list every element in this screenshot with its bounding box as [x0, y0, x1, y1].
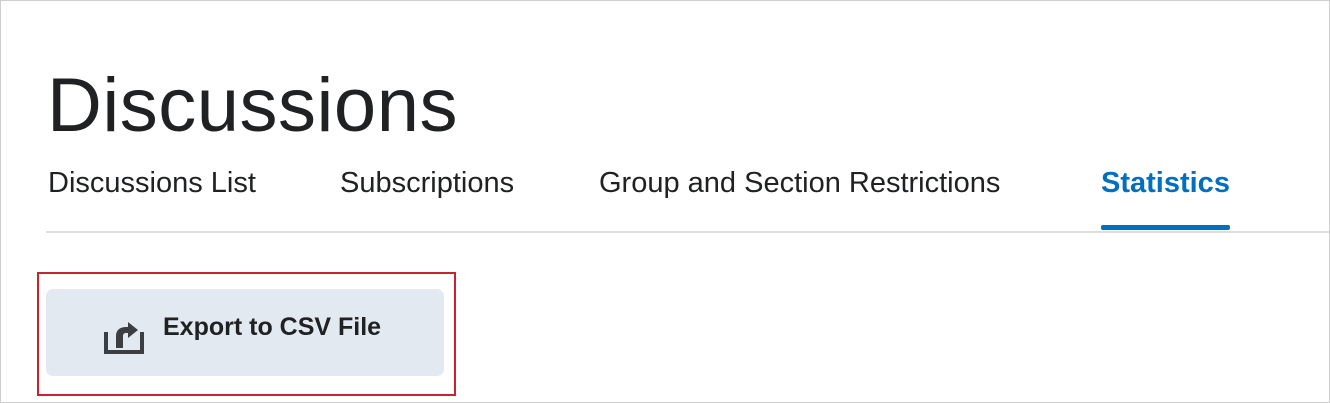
export-button-label: Export to CSV File: [163, 313, 382, 341]
tab-group-and-section-restrictions[interactable]: Group and Section Restrictions: [599, 165, 1000, 201]
export-icon: [104, 316, 144, 356]
tab-bar: Discussions List Subscriptions Group and…: [46, 151, 1329, 233]
page-frame: Discussions Discussions List Subscriptio…: [0, 0, 1330, 403]
tab-statistics[interactable]: Statistics: [1101, 165, 1230, 201]
export-to-csv-button[interactable]: Export to CSV File: [46, 289, 444, 376]
tab-subscriptions[interactable]: Subscriptions: [340, 165, 514, 201]
page-title: Discussions: [47, 62, 458, 148]
tab-discussions-list[interactable]: Discussions List: [48, 165, 256, 201]
active-tab-indicator: [1101, 225, 1230, 230]
